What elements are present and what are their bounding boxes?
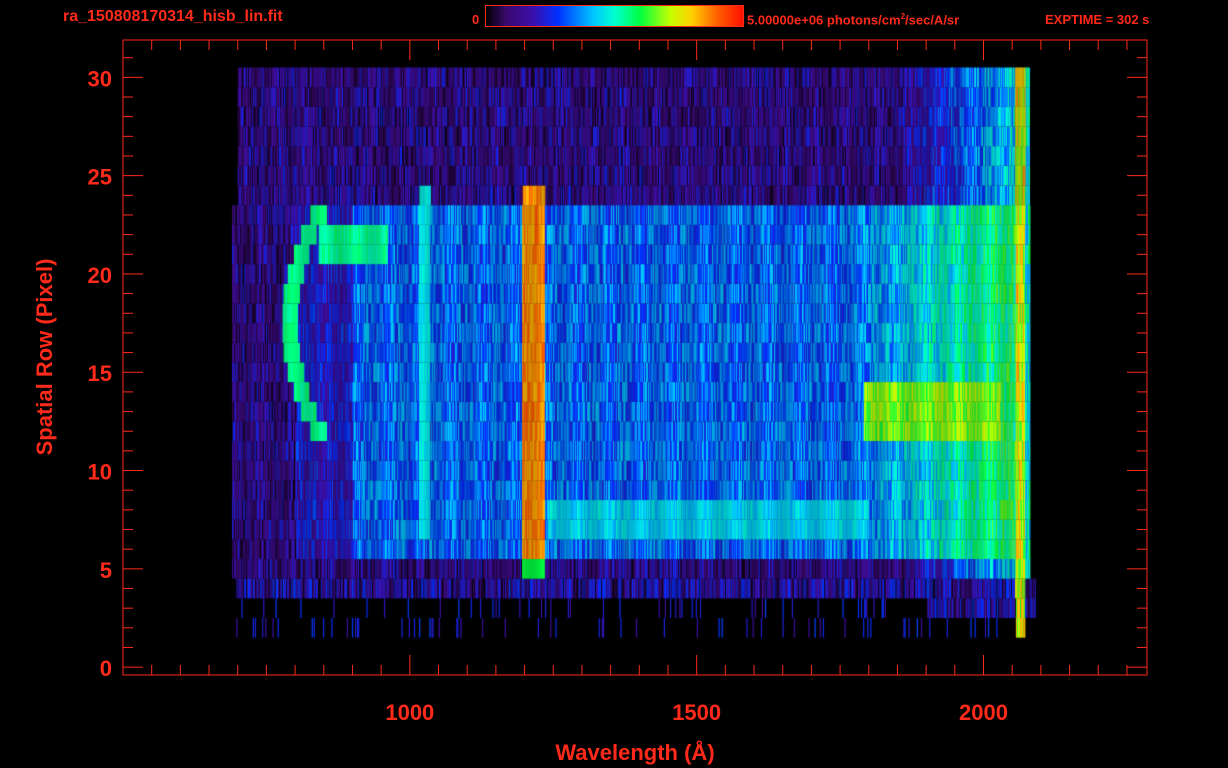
x-tick-label: 1000	[385, 700, 434, 725]
y-axis-label: Spatial Row (Pixel)	[32, 259, 57, 456]
x-tick-label: 2000	[959, 700, 1008, 725]
x-tick-label: 1500	[672, 700, 721, 725]
y-tick-label: 25	[88, 165, 112, 190]
plot-axes: 1000 1500 2000051015202530 Wavelength (Å) …	[32, 39, 1148, 765]
y-tick-label: 0	[100, 656, 112, 681]
x-axis-label: Wavelength (Å)	[555, 739, 714, 765]
axis-ticks	[122, 39, 1148, 676]
y-tick-label: 15	[88, 361, 112, 386]
y-tick-label: 20	[88, 263, 112, 288]
y-tick-label: 10	[88, 460, 112, 485]
tick-labels: 1000 1500 2000 0 5 10 15 20 25 30	[88, 66, 1008, 725]
plot-frame	[122, 39, 1148, 676]
y-tick-label: 30	[88, 66, 112, 91]
y-tick-label: 5	[100, 558, 112, 583]
